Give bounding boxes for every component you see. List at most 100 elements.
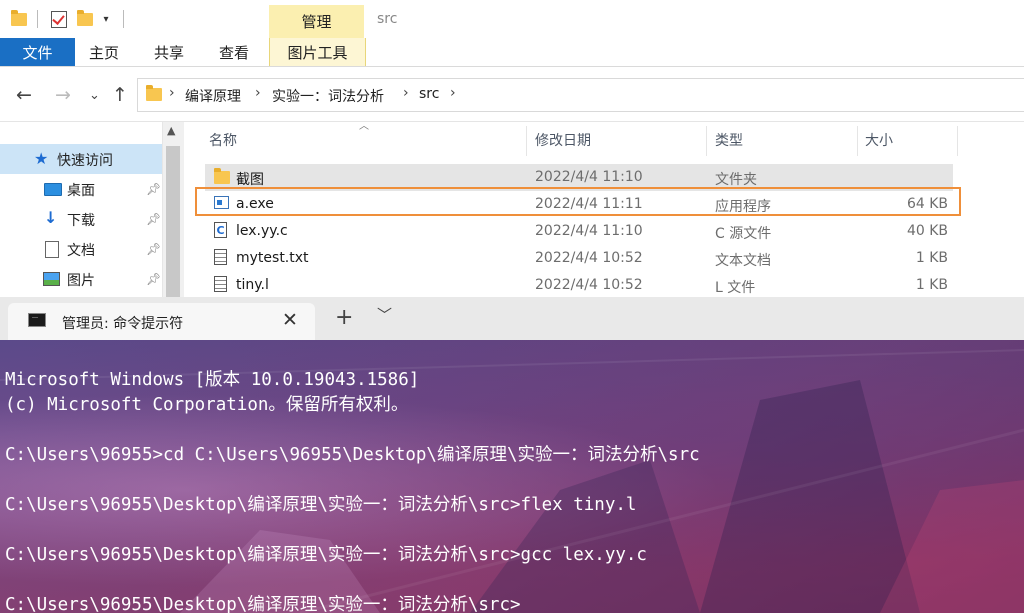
terminal-line: Microsoft Windows [版本 10.0.19043.1586]	[5, 370, 420, 390]
terminal-text: Microsoft Windows [版本 10.0.19043.1586] (c…	[5, 343, 700, 613]
column-header-size[interactable]: 大小	[865, 122, 893, 158]
file-date: 2022/4/4 11:10	[535, 169, 643, 185]
sidebar-item-pictures[interactable]: 图片 📌︎	[0, 264, 162, 294]
file-size: 1 KB	[915, 277, 948, 293]
terminal-line: C:\Users\96955>cd C:\Users\96955\Desktop…	[5, 445, 700, 465]
document-icon	[45, 241, 59, 258]
terminal-tab[interactable]: 管理员: 命令提示符 ✕	[8, 303, 315, 340]
sidebar-scrollbar[interactable]: ▲	[162, 122, 184, 300]
sidebar-item-label: 桌面	[67, 183, 95, 199]
column-divider[interactable]	[957, 126, 958, 156]
breadcrumb-item[interactable]: 实验一：词法分析	[272, 86, 384, 106]
pin-icon[interactable]: 📌︎	[146, 242, 161, 256]
manage-context-tab[interactable]: 管理	[269, 5, 364, 38]
desktop-icon	[44, 183, 62, 196]
toolbar-divider	[37, 10, 38, 28]
download-icon: ↓	[44, 208, 58, 227]
chevron-right-icon[interactable]: ›	[450, 85, 456, 101]
folder-icon	[10, 9, 28, 29]
new-folder-icon[interactable]	[76, 9, 94, 29]
command-prompt-icon	[28, 307, 46, 327]
text-file-icon	[214, 276, 227, 292]
file-name: 截图	[236, 172, 264, 188]
title-bar: ▾ 管理 src	[0, 0, 1024, 38]
terminal-output[interactable]: Microsoft Windows [版本 10.0.19043.1586] (c…	[0, 340, 1024, 613]
file-type: C 源文件	[715, 226, 772, 242]
terminal-tab-title: 管理员: 命令提示符	[62, 316, 184, 332]
tab-home[interactable]: 主页	[80, 38, 128, 66]
window-title: src	[377, 11, 398, 27]
navigation-pane: ★ 快速访问 桌面 📌︎ ↓ 下载 📌︎ 文档 📌︎ 图片 📌︎ ▲	[0, 122, 185, 300]
text-file-icon	[214, 249, 227, 265]
new-tab-plus-icon[interactable]: +	[335, 305, 353, 330]
star-icon: ★	[34, 149, 49, 168]
terminal-line: C:\Users\96955\Desktop\编译原理\实验一：词法分析\src…	[5, 545, 647, 565]
sidebar-item-label: 下载	[67, 213, 95, 229]
file-size: 40 KB	[906, 223, 948, 239]
breadcrumb-item[interactable]: 编译原理	[185, 86, 241, 106]
chevron-right-icon[interactable]: ›	[169, 85, 175, 101]
sidebar-item-desktop[interactable]: 桌面 📌︎	[0, 174, 162, 204]
file-name: mytest.txt	[236, 250, 309, 266]
scroll-up-arrow-icon[interactable]: ▲	[167, 124, 175, 137]
file-type: L 文件	[715, 280, 756, 296]
address-bar-row: ← → ⌄ ↑ › 编译原理 › 实验一：词法分析 › src ›	[0, 67, 1024, 122]
terminal-window: 管理员: 命令提示符 ✕ + ﹀ Microsoft Windows [版本 1…	[0, 297, 1024, 613]
file-name: lex.yy.c	[236, 223, 288, 239]
sidebar-item-label: 文档	[67, 243, 95, 259]
pictures-icon	[43, 272, 60, 286]
chevron-right-icon[interactable]: ›	[255, 85, 261, 101]
close-icon[interactable]: ✕	[282, 309, 298, 331]
chevron-down-icon[interactable]: ﹀	[377, 304, 392, 325]
up-arrow-icon[interactable]: ↑	[112, 84, 128, 106]
terminal-line: C:\Users\96955\Desktop\编译原理\实验一：词法分析\src…	[5, 595, 521, 613]
customize-toolbar-icon[interactable]: ▾	[99, 9, 113, 29]
toolbar-divider	[123, 10, 124, 28]
column-divider[interactable]	[526, 126, 527, 156]
column-header-type[interactable]: 类型	[715, 122, 743, 158]
c-file-icon: C	[214, 222, 227, 238]
address-box[interactable]: › 编译原理 › 实验一：词法分析 › src ›	[137, 78, 1024, 112]
file-row[interactable]: C lex.yy.c 2022/4/4 11:10 C 源文件 40 KB	[205, 218, 953, 245]
file-date: 2022/4/4 11:10	[535, 223, 643, 239]
terminal-tab-bar: 管理员: 命令提示符 ✕ + ﹀	[0, 297, 1024, 340]
pin-icon[interactable]: 📌︎	[146, 212, 161, 226]
file-name: tiny.l	[236, 277, 269, 293]
file-row[interactable]: mytest.txt 2022/4/4 10:52 文本文档 1 KB	[205, 245, 953, 272]
terminal-line: C:\Users\96955\Desktop\编译原理\实验一：词法分析\src…	[5, 495, 637, 515]
folder-icon	[214, 168, 230, 184]
column-header-date[interactable]: 修改日期	[535, 122, 591, 158]
highlight-outline	[195, 187, 961, 216]
file-date: 2022/4/4 10:52	[535, 250, 643, 266]
sidebar-item-label: 快速访问	[57, 153, 113, 169]
file-date: 2022/4/4 10:52	[535, 277, 643, 293]
back-arrow-icon[interactable]: ←	[16, 84, 32, 106]
pin-icon[interactable]: 📌︎	[146, 272, 161, 286]
tab-file[interactable]: 文件	[0, 38, 75, 66]
recent-locations-chevron-icon[interactable]: ⌄	[89, 88, 100, 103]
forward-arrow-icon[interactable]: →	[55, 84, 71, 106]
properties-icon[interactable]	[50, 9, 68, 29]
column-header-name[interactable]: 名称	[209, 122, 237, 158]
file-type: 文本文档	[715, 253, 771, 269]
chevron-right-icon[interactable]: ›	[403, 85, 409, 101]
scrollbar-thumb[interactable]	[166, 146, 180, 300]
tab-picture-tools[interactable]: 图片工具	[269, 38, 366, 66]
sidebar-item-label: 图片	[67, 273, 95, 289]
breadcrumb-item[interactable]: src	[419, 86, 439, 102]
sidebar-item-documents[interactable]: 文档 📌︎	[0, 234, 162, 264]
tab-view[interactable]: 查看	[210, 38, 258, 66]
column-divider[interactable]	[857, 126, 858, 156]
pin-icon[interactable]: 📌︎	[146, 182, 161, 196]
sort-ascending-icon: ︿	[359, 121, 369, 132]
file-size: 1 KB	[915, 250, 948, 266]
column-divider[interactable]	[706, 126, 707, 156]
sidebar-item-downloads[interactable]: ↓ 下载 📌︎	[0, 204, 162, 234]
file-row[interactable]: tiny.l 2022/4/4 10:52 L 文件 1 KB	[205, 272, 953, 299]
tab-share[interactable]: 共享	[145, 38, 193, 66]
sidebar-item-quick-access[interactable]: ★ 快速访问	[0, 144, 162, 174]
